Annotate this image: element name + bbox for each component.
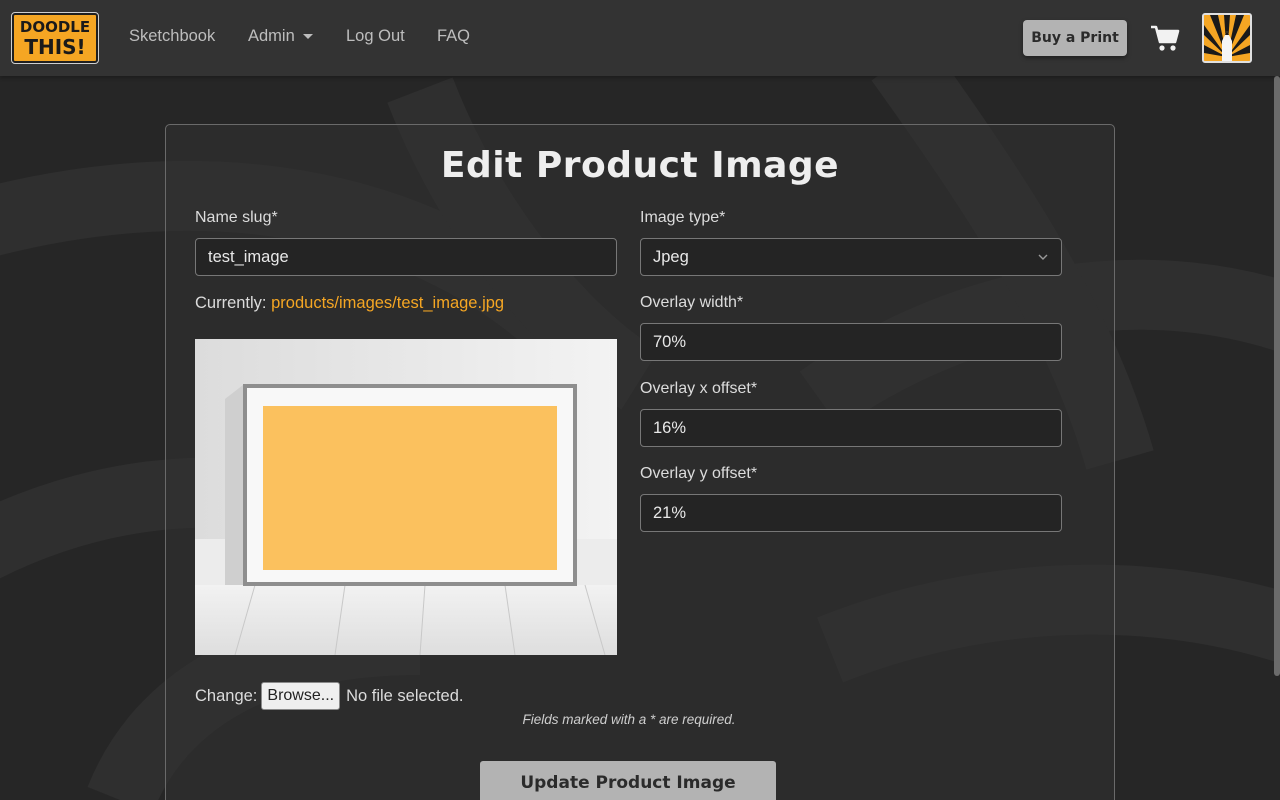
nav-link-admin-label: Admin (248, 27, 295, 45)
buy-print-button[interactable]: Buy a Print (1023, 20, 1127, 56)
current-image-link[interactable]: products/images/test_image.jpg (271, 294, 504, 312)
image-type-value: Jpeg (653, 248, 689, 266)
overlay-x-input[interactable]: 16% (640, 409, 1062, 447)
nav-link-faq[interactable]: FAQ (437, 27, 470, 46)
product-image-preview (195, 339, 617, 655)
change-file-row: Change: Browse... No file selected. (195, 682, 463, 710)
current-image-info: Currently: products/images/test_image.jp… (195, 294, 504, 313)
edit-product-image-card: Edit Product Image Name slug* test_image… (165, 124, 1115, 800)
user-avatar[interactable] (1202, 13, 1252, 63)
overlay-y-input[interactable]: 21% (640, 494, 1062, 532)
update-product-image-button[interactable]: Update Product Image (480, 761, 776, 800)
no-file-text: No file selected. (346, 686, 464, 705)
page-title: Edit Product Image (440, 145, 840, 186)
overlay-x-label: Overlay x offset* (640, 380, 758, 397)
brand-logo[interactable]: DOODLE THIS! (11, 12, 99, 64)
page-scrollbar[interactable] (1274, 76, 1280, 676)
nav-link-sketchbook[interactable]: Sketchbook (129, 27, 215, 46)
browse-button[interactable]: Browse... (261, 682, 341, 710)
name-slug-label: Name slug* (195, 209, 278, 226)
image-type-select[interactable]: Jpeg (640, 238, 1062, 276)
change-label: Change: (195, 686, 258, 705)
brand-line1: DOODLE (19, 17, 91, 36)
nav-link-admin[interactable]: Admin (248, 27, 313, 46)
navbar: DOODLE THIS! Sketchbook Admin Log Out FA… (0, 0, 1280, 76)
cart-icon[interactable] (1150, 24, 1180, 52)
caret-down-icon (302, 34, 313, 40)
image-type-label: Image type* (640, 209, 726, 226)
overlay-width-input[interactable]: 70% (640, 323, 1062, 361)
currently-label: Currently: (195, 294, 267, 312)
name-slug-input[interactable]: test_image (195, 238, 617, 276)
overlay-width-label: Overlay width* (640, 294, 744, 311)
chevron-down-icon (1038, 254, 1048, 260)
required-fields-note: Fields marked with a * are required. (522, 712, 736, 727)
brand-line2: THIS! (24, 34, 86, 59)
nav-link-logout[interactable]: Log Out (346, 27, 405, 46)
overlay-y-label: Overlay y offset* (640, 465, 758, 482)
sunburst-pencil-icon (1204, 15, 1250, 61)
